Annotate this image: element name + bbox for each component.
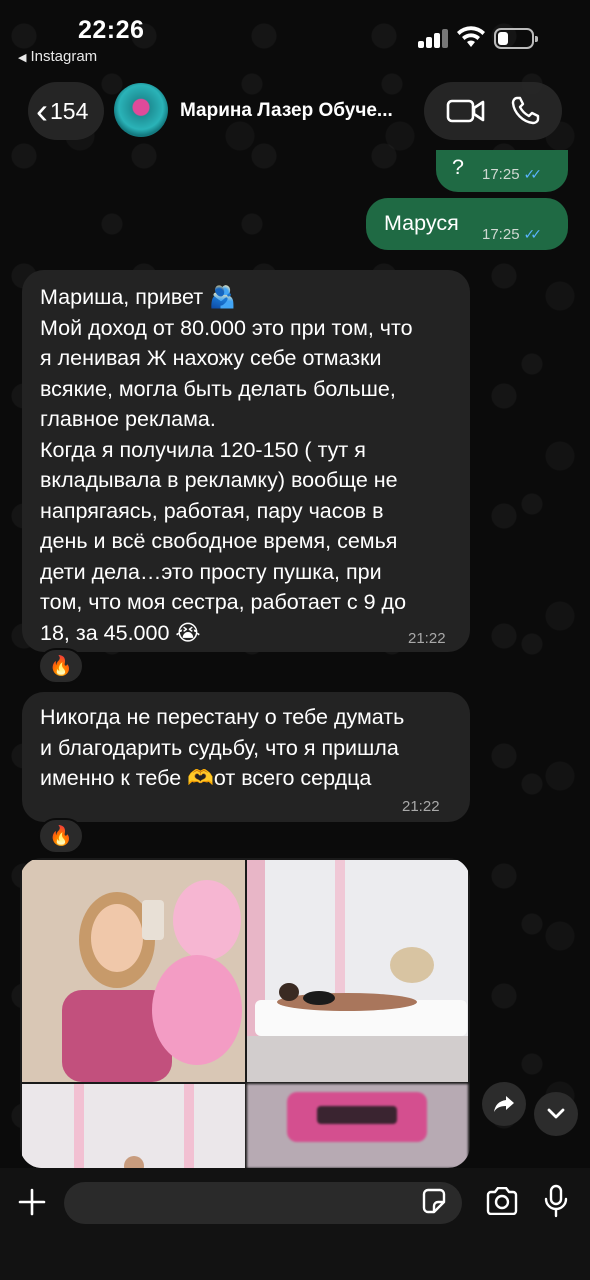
forward-arrow-icon [494, 1096, 514, 1112]
photo-thumbnail[interactable] [22, 1084, 245, 1168]
message-incoming[interactable]: Никогда не перестану о тебе думать и бла… [22, 692, 470, 822]
back-triangle-icon: ◀ [18, 52, 27, 64]
photo-album[interactable] [20, 858, 470, 1168]
cellular-signal-icon [418, 28, 450, 48]
forward-button[interactable] [482, 1082, 526, 1126]
scroll-down-button[interactable] [534, 1092, 578, 1136]
phone-icon[interactable] [509, 95, 541, 127]
message-time: 17:25 [482, 226, 520, 243]
camera-icon [486, 1187, 518, 1215]
message-time: 17:25 [482, 166, 520, 183]
message-composer [0, 1168, 590, 1280]
reaction-badge[interactable]: 🔥 [38, 818, 84, 854]
read-checkmarks-icon: ✓✓ [523, 166, 543, 182]
message-text: Маруся [384, 211, 459, 235]
photo-thumbnail[interactable] [22, 860, 245, 1082]
sticker-button[interactable] [418, 1186, 448, 1216]
call-actions [424, 82, 562, 140]
message-text: Мариша, привет 🫂 Мой доход от 80.000 это… [40, 285, 413, 645]
wifi-icon [457, 26, 485, 47]
back-app-label: Instagram [30, 48, 98, 65]
read-checkmarks-icon: ✓✓ [523, 226, 543, 242]
message-text: Никогда не перестану о тебе думать и бла… [40, 705, 405, 790]
photo-content [22, 860, 245, 1082]
photo-thumbnail[interactable] [247, 1084, 468, 1168]
back-button[interactable]: ‹ 154 [28, 82, 104, 140]
video-camera-icon[interactable] [446, 98, 486, 124]
message-meta: 17:25 ✓✓ [482, 226, 543, 243]
message-incoming[interactable]: Мариша, привет 🫂 Мой доход от 80.000 это… [22, 270, 470, 652]
back-to-app-link[interactable]: ◀ Instagram [18, 48, 97, 65]
status-bar: 22:26 ◀ Instagram [0, 0, 590, 72]
battery-icon [494, 28, 538, 49]
photo-content [22, 1084, 245, 1168]
chevron-left-icon: ‹ [36, 90, 48, 131]
voice-message-button[interactable] [540, 1182, 572, 1220]
photo-content [247, 860, 468, 1082]
contact-name[interactable]: Марина Лазер Обуче... [180, 100, 393, 122]
chat-header: ‹ 154 Марина Лазер Обуче... [0, 72, 590, 152]
reaction-badge[interactable]: 🔥 [38, 648, 84, 684]
message-time: 21:22 [408, 630, 446, 647]
message-meta: 17:25 ✓✓ [482, 166, 543, 183]
photo-content [247, 1084, 468, 1168]
unread-count: 154 [50, 97, 89, 124]
message-outgoing[interactable]: Маруся 17:25 ✓✓ [366, 198, 568, 250]
message-input[interactable] [64, 1182, 462, 1224]
message-time: 21:22 [402, 798, 440, 815]
photo-thumbnail[interactable] [247, 860, 468, 1082]
status-time: 22:26 [78, 16, 145, 44]
attach-button[interactable] [14, 1184, 50, 1220]
microphone-icon [544, 1184, 568, 1218]
message-text: ? [452, 155, 464, 179]
chevron-down-icon [547, 1108, 565, 1119]
sticker-icon [422, 1188, 446, 1214]
plus-icon [18, 1188, 46, 1216]
message-outgoing[interactable]: ? 17:25 ✓✓ [436, 150, 568, 192]
camera-button[interactable] [484, 1184, 520, 1218]
contact-avatar[interactable] [114, 83, 168, 137]
